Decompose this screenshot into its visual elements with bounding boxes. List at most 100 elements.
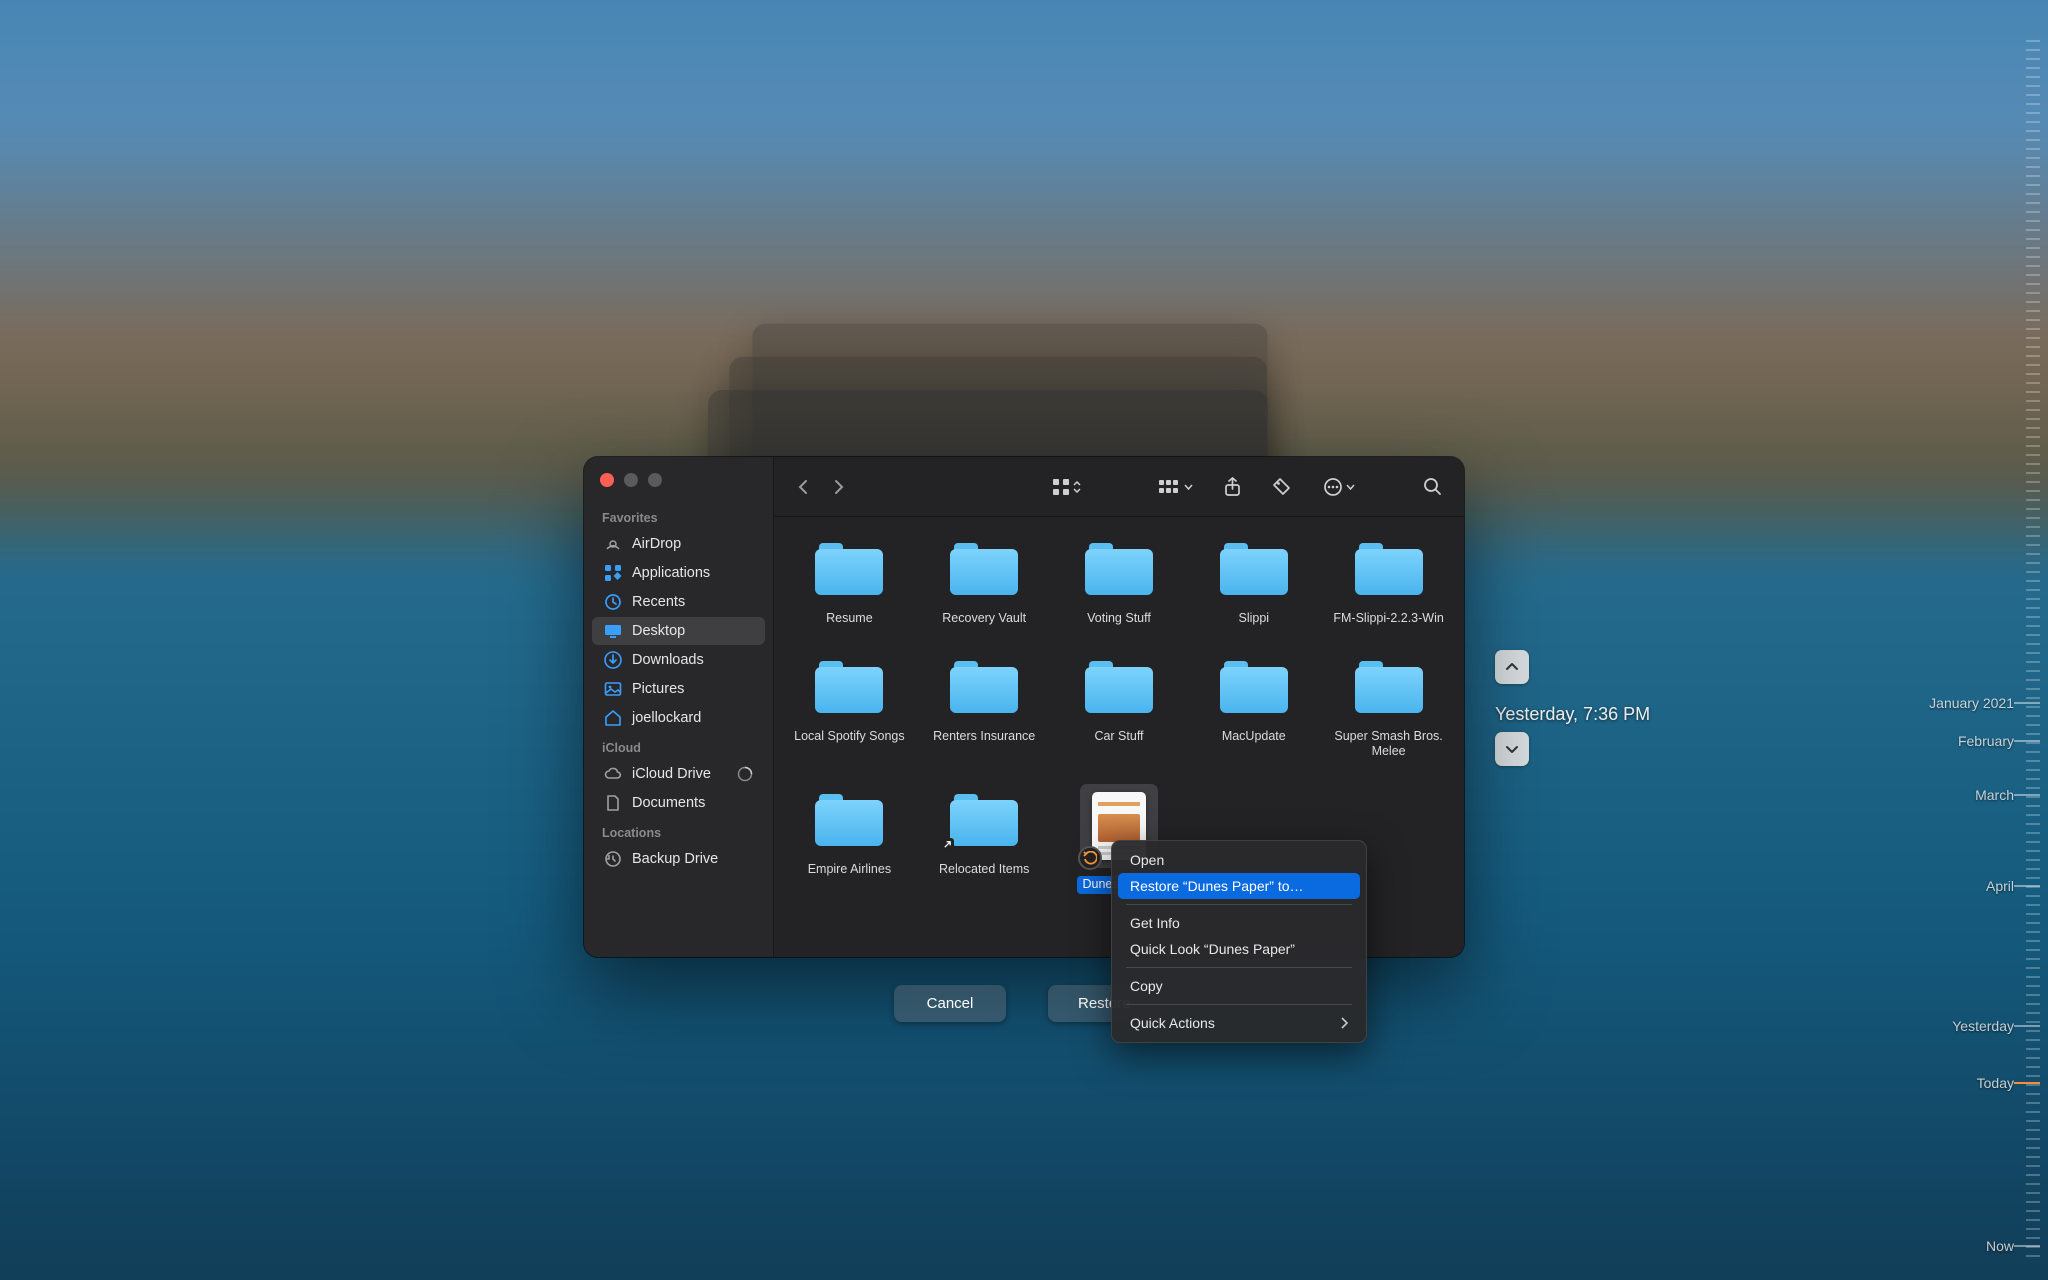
timeline-tick <box>2026 652 2040 654</box>
sidebar-item-label: AirDrop <box>632 536 681 552</box>
timeline-tick <box>2026 1174 2040 1176</box>
window-controls <box>584 467 773 503</box>
group-button[interactable] <box>1151 473 1201 501</box>
folder-icon <box>815 659 883 713</box>
timeline-tick <box>2026 517 2040 519</box>
timeline-label: January 2021 <box>1929 695 2014 711</box>
sidebar-item-documents[interactable]: Documents <box>592 789 765 817</box>
snapshot-next-button[interactable] <box>1495 732 1529 766</box>
timeline-tick <box>2026 1012 2040 1014</box>
timeline-tick <box>2026 382 2040 384</box>
timemachine-icon <box>604 850 622 868</box>
folder-renters-insurance[interactable]: Renters Insurance <box>917 651 1052 760</box>
cancel-button[interactable]: Cancel <box>894 985 1006 1022</box>
sidebar-item-joellockard[interactable]: joellockard <box>592 704 765 732</box>
timeline-tick <box>2026 508 2040 510</box>
sidebar-item-recents[interactable]: Recents <box>592 588 765 616</box>
menu-item-get-info[interactable]: Get Info <box>1118 910 1360 936</box>
timeline-tick <box>2026 724 2040 726</box>
timeline-tick <box>2026 157 2040 159</box>
menu-item-label: Quick Look “Dunes Paper” <box>1130 941 1295 957</box>
timeline[interactable]: January 2021 February March April Yester… <box>1908 40 2048 1240</box>
snapshot-prev-button[interactable] <box>1495 650 1529 684</box>
menu-item-copy[interactable]: Copy <box>1118 973 1360 999</box>
action-button[interactable] <box>1315 471 1363 503</box>
folder-voting-stuff[interactable]: Voting Stuff <box>1052 533 1187 627</box>
timeline-tick <box>2026 688 2040 690</box>
sidebar-item-applications[interactable]: Applications <box>592 559 765 587</box>
timeline-tick <box>2026 850 2040 852</box>
pictures-icon <box>604 680 622 698</box>
timeline-tick <box>2026 940 2040 942</box>
timeline-tick <box>2026 706 2040 708</box>
close-button[interactable] <box>600 473 614 487</box>
folder-relocated-items[interactable]: Relocated Items <box>917 784 1052 894</box>
file-label: Renters Insurance <box>933 729 1035 745</box>
timeline-tick <box>2026 463 2040 465</box>
folder-resume[interactable]: Resume <box>782 533 917 627</box>
timeline-tick <box>2026 292 2040 294</box>
cloud-icon <box>604 765 622 783</box>
file-label: Resume <box>826 611 873 627</box>
sidebar-item-icloud-drive[interactable]: iCloud Drive <box>592 760 765 788</box>
search-button[interactable] <box>1415 471 1450 502</box>
timeline-tick <box>2026 283 2040 285</box>
timeline-tick <box>2026 625 2040 627</box>
minimize-button[interactable] <box>624 473 638 487</box>
folder-super-smash-bros-melee[interactable]: Super Smash Bros. Melee <box>1321 651 1456 760</box>
folder-car-stuff[interactable]: Car Stuff <box>1052 651 1187 760</box>
menu-item-restore-dunes-paper-to[interactable]: Restore “Dunes Paper” to… <box>1118 873 1360 899</box>
timeline-tick <box>2026 949 2040 951</box>
timeline-tick <box>2026 967 2040 969</box>
timeline-tick <box>2026 355 2040 357</box>
timeline-tick <box>2026 319 2040 321</box>
folder-macupdate[interactable]: MacUpdate <box>1186 651 1321 760</box>
sidebar-item-downloads[interactable]: Downloads <box>592 646 765 674</box>
timeline-tick <box>2026 1048 2040 1050</box>
timeline-tick <box>2026 409 2040 411</box>
menu-item-quick-actions[interactable]: Quick Actions <box>1118 1010 1360 1036</box>
view-icons-button[interactable] <box>1044 472 1089 502</box>
sidebar-item-airdrop[interactable]: AirDrop <box>592 530 765 558</box>
timeline-tick <box>2026 184 2040 186</box>
sidebar-item-label: joellockard <box>632 710 701 726</box>
airdrop-icon <box>604 535 622 553</box>
menu-item-open[interactable]: Open <box>1118 847 1360 873</box>
sync-progress-icon <box>737 766 753 782</box>
timeline-tick <box>2026 301 2040 303</box>
forward-button[interactable] <box>824 473 854 501</box>
timeline-tick <box>2026 1237 2040 1239</box>
timeline-tick <box>2026 1156 2040 1158</box>
sidebar-item-pictures[interactable]: Pictures <box>592 675 765 703</box>
sidebar-item-label: Applications <box>632 565 710 581</box>
timeline-tick <box>2026 94 2040 96</box>
sidebar-item-label: Documents <box>632 795 705 811</box>
share-button[interactable] <box>1216 471 1249 503</box>
timeline-tick <box>2026 1138 2040 1140</box>
timeline-tick <box>2026 247 2040 249</box>
timeline-tick <box>2026 1147 2040 1149</box>
timeline-tick <box>2026 1192 2040 1194</box>
timeline-tick <box>2026 1021 2040 1023</box>
sidebar-item-desktop[interactable]: Desktop <box>592 617 765 645</box>
back-button[interactable] <box>788 473 818 501</box>
tags-button[interactable] <box>1264 471 1300 503</box>
folder-fm-slippi-2-2-3-win[interactable]: FM-Slippi-2.2.3-Win <box>1321 533 1456 627</box>
chevron-right-icon <box>1340 1017 1348 1029</box>
folder-slippi[interactable]: Slippi <box>1186 533 1321 627</box>
sidebar-item-backup-drive[interactable]: Backup Drive <box>592 845 765 873</box>
timeline-tick <box>2026 634 2040 636</box>
folder-recovery-vault[interactable]: Recovery Vault <box>917 533 1052 627</box>
timeline-tick <box>2026 958 2040 960</box>
timeline-tick <box>2026 1003 2040 1005</box>
timeline-tick <box>2026 166 2040 168</box>
timeline-tick <box>2026 427 2040 429</box>
folder-empire-airlines[interactable]: Empire Airlines <box>782 784 917 894</box>
timeline-tick <box>2026 544 2040 546</box>
folder-local-spotify-songs[interactable]: Local Spotify Songs <box>782 651 917 760</box>
menu-item-quick-look-dunes-paper[interactable]: Quick Look “Dunes Paper” <box>1118 936 1360 962</box>
timeline-tick <box>2026 1039 2040 1041</box>
context-menu: OpenRestore “Dunes Paper” to… Get Info Qui… <box>1111 840 1367 1043</box>
timeline-tick <box>2026 832 2040 834</box>
zoom-button[interactable] <box>648 473 662 487</box>
